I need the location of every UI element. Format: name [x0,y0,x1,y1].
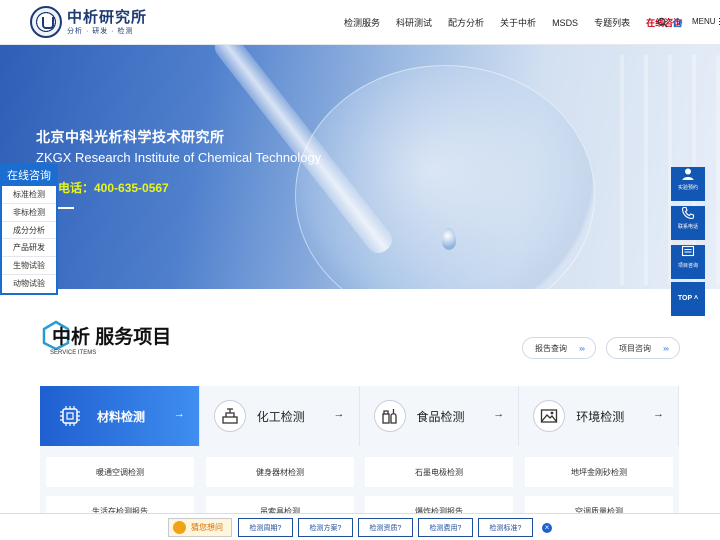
left-item-animal[interactable]: 动物试验 [2,275,56,293]
service-item[interactable]: 石墨电极检测 [365,457,513,487]
landscape-icon [533,400,566,432]
scale-icon [213,400,246,432]
caret-up-icon: ˄ [694,295,699,302]
report-query-button[interactable]: 报告查询 ››› [522,337,596,359]
site-header: 中析研究所 分析 · 研发 · 检测 检测服务 科研测试 配方分析 关于中析 M… [0,0,720,45]
question-plan-button[interactable]: 检测方案? [298,518,353,537]
service-item[interactable]: 暖通空调检测 [46,457,194,487]
nav-formula-analysis[interactable]: 配方分析 [448,16,484,29]
logo[interactable]: 中析研究所 分析 · 研发 · 检测 [30,6,147,38]
consult-label: 项目咨询 [677,263,698,269]
nav-research-testing[interactable]: 科研测试 [396,16,432,29]
services-title-main: 服务项目 [95,327,172,348]
back-to-top-button[interactable]: TOP ˄ [671,282,705,316]
hero-banner: 北京中科光析科学技术研究所 ZKGX Research Institute of… [0,45,720,289]
tab-material-label: 材料检测 [97,409,146,424]
page: 中析研究所 分析 · 研发 · 检测 检测服务 科研测试 配方分析 关于中析 M… [0,0,720,540]
menu-label: MENU [692,17,716,26]
question-fee-button[interactable]: 检测费用? [418,518,473,537]
food-icon [373,400,406,432]
home-icon[interactable] [672,17,683,28]
report-query-label: 报告查询 [535,343,567,353]
tab-food-testing[interactable]: 食品检测 → [360,386,520,446]
bottom-question-bar: 猜您想问 检测周期? 检测方案? 检测资质? 检测费用? 检测标准? × [0,513,720,540]
search-icon[interactable] [657,17,668,28]
logo-slogan: 分析 · 研发 · 检测 [67,27,134,35]
service-item[interactable]: 地坪金刚砂检测 [525,457,673,487]
report-query-arrows: ››› [579,343,585,353]
user-icon [682,168,694,180]
phone-button[interactable]: 联系电话 [671,206,705,240]
nav-about[interactable]: 关于中析 [500,16,536,29]
message-icon [681,245,695,257]
guess-text: 猜您想问 [191,523,223,532]
nav-testing-services[interactable]: 检测服务 [344,16,380,29]
phone-label: 联系电话 [677,224,698,230]
guess-question-label[interactable]: 猜您想问 [168,518,232,537]
logo-seal-icon [30,6,62,38]
question-cycle-button[interactable]: 检测周期? [238,518,293,537]
chip-icon [54,400,86,432]
services-title-prefix: 中析 [52,327,91,348]
left-item-bio[interactable]: 生物试验 [2,257,56,275]
nav-msds[interactable]: MSDS [552,18,578,28]
tab-chemical-label: 化工检测 [256,409,305,424]
banner-phone[interactable]: 电话：400-635-0567 [58,179,169,196]
tab-food-label: 食品检测 [416,409,465,424]
nav-topics[interactable]: 专题列表 [594,16,630,29]
question-qualification-button[interactable]: 检测资质? [358,518,413,537]
left-consult-title[interactable]: 在线咨询 [2,166,56,186]
tab-environment-label: 环境检测 [576,409,625,424]
project-consult-label: 项目咨询 [619,343,651,353]
tab-chemical-testing[interactable]: 化工检测 → [200,386,360,446]
phone-icon [681,206,695,220]
right-float-bar: 实验预约 联系电话 项目咨询 TOP ˄ [671,162,705,316]
left-consult-panel: 在线咨询 标准检测 非标检测 成分分析 产品研发 生物试验 动物试验 [0,164,58,295]
banner-divider [58,207,74,209]
services-title: 中析 服务项目 [52,322,171,349]
project-consult-arrows: ››› [663,343,669,353]
appointment-label: 实验预约 [677,185,698,191]
banner-title-cn: 北京中科光析科学技术研究所 [36,129,225,145]
left-item-composition[interactable]: 成分分析 [2,222,56,240]
arrow-right-icon: → [333,408,345,420]
arrow-right-icon: → [493,408,505,420]
appointment-button[interactable]: 实验预约 [671,167,705,201]
service-category-tabs: 材料检测 → 化工检测 → 食品检测 → 环境检测 → [40,386,679,446]
left-item-rnd[interactable]: 产品研发 [2,239,56,258]
tab-environment-testing[interactable]: 环境检测 → [519,386,679,446]
left-item-standard[interactable]: 标准检测 [2,186,56,204]
menu-button[interactable]: MENU [692,17,720,26]
arrow-right-icon: → [653,408,664,420]
logo-name: 中析研究所 [67,8,148,26]
question-standard-button[interactable]: 检测标准? [478,518,533,537]
tab-material-testing[interactable]: 材料检测 → [40,386,200,446]
lightbulb-icon [173,521,186,534]
consult-button[interactable]: 项目咨询 [671,245,705,279]
service-item[interactable]: 健身器材检测 [206,457,354,487]
project-consult-button[interactable]: 项目咨询 ››› [606,337,680,359]
droplet-illustration [442,228,456,250]
top-label: TOP [677,295,693,302]
close-icon[interactable]: × [542,523,552,533]
main-nav: 检测服务 科研测试 配方分析 关于中析 MSDS 专题列表 在线咨询 [344,0,698,45]
arrow-right-icon: → [173,408,185,420]
services-subtitle: SERVICE ITEMS [50,350,97,356]
left-item-nonstandard[interactable]: 非标检测 [2,204,56,222]
banner-title-en: ZKGX Research Institute of Chemical Tech… [36,150,322,165]
